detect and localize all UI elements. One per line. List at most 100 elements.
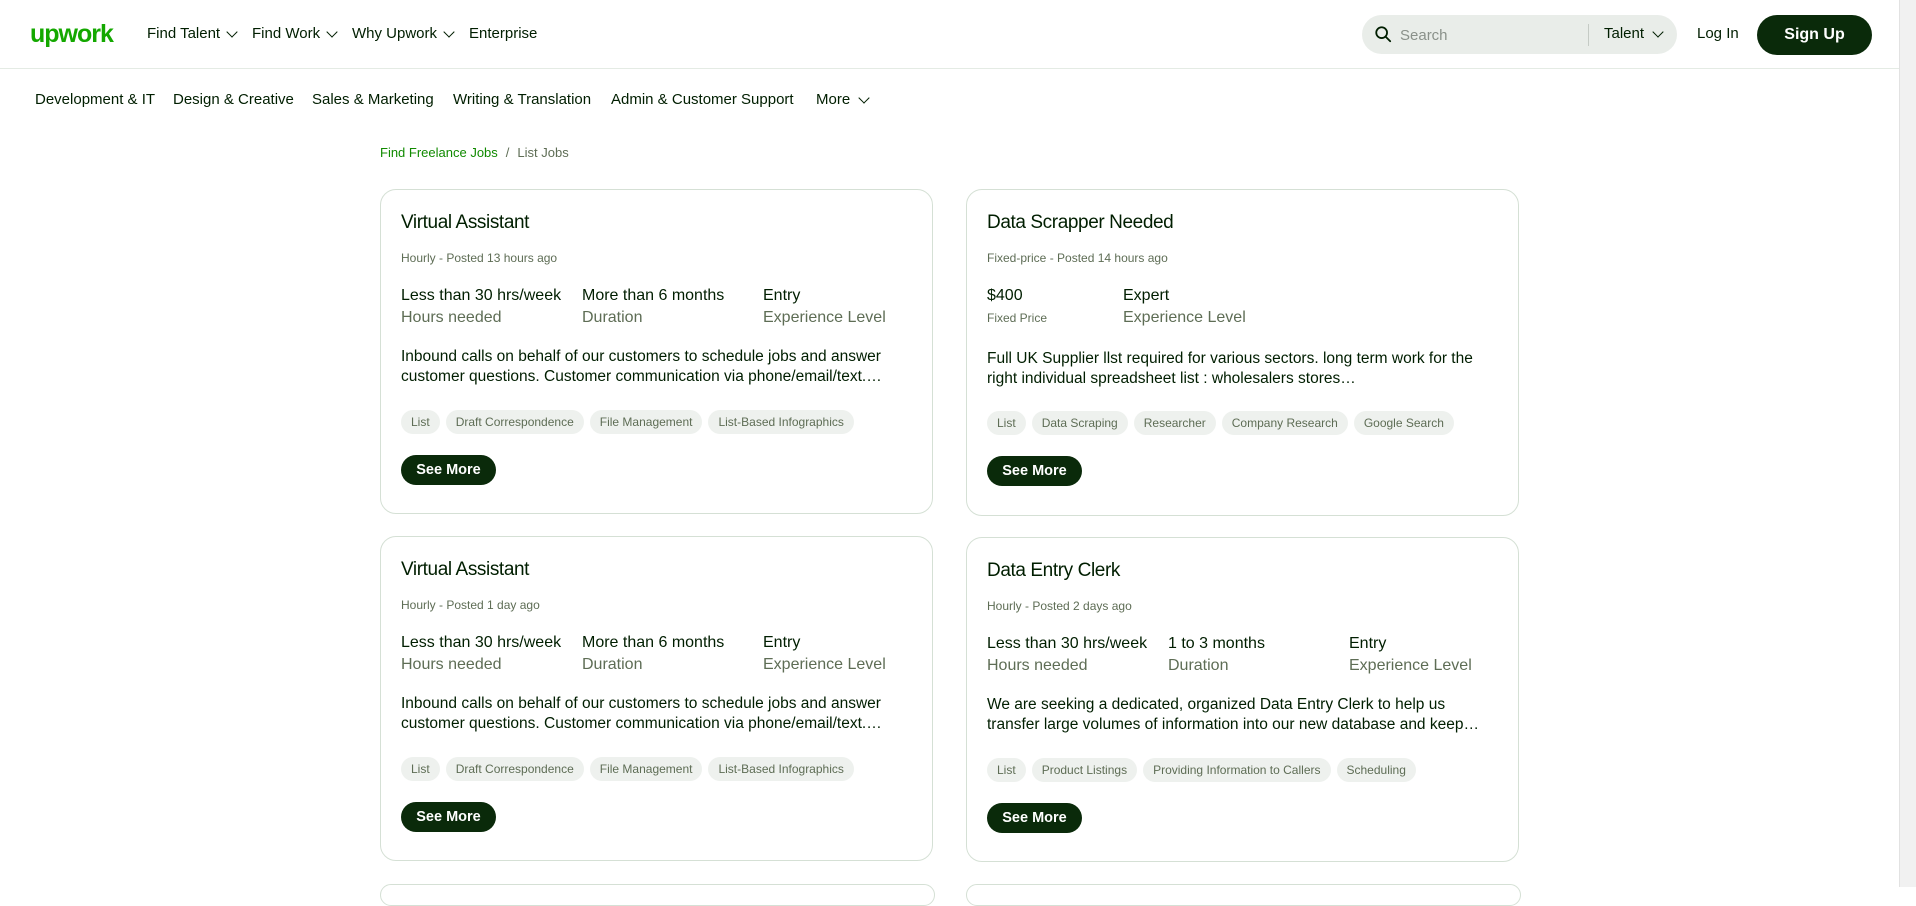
breadcrumb-separator: / [505, 145, 510, 160]
stat-label: Duration [582, 309, 643, 326]
top-navigation-bar: upwork Find Talent Find Work Why Upwork … [0, 0, 1900, 69]
stat-value: Less than 30 hrs/week [401, 634, 562, 651]
job-title[interactable]: Virtual Assistant [401, 212, 529, 234]
see-more-button[interactable]: See More [401, 455, 496, 485]
stat-value: Entry [1349, 635, 1387, 652]
category-more-dropdown[interactable]: More [816, 91, 870, 108]
job-stat-duration: 1 to 3 months Duration [1168, 635, 1265, 675]
breadcrumb-current: List Jobs [517, 145, 569, 160]
login-link[interactable]: Log In [1697, 25, 1739, 42]
job-title[interactable]: Data Entry Clerk [987, 560, 1120, 582]
skill-tag[interactable]: Company Research [1221, 411, 1348, 435]
skill-tag[interactable]: List [401, 410, 440, 434]
search-divider [1588, 24, 1589, 46]
job-stat-duration: More than 6 months Duration [582, 634, 724, 674]
job-title[interactable]: Data Scrapper Needed [987, 212, 1174, 234]
skill-tag[interactable]: Providing Information to Callers [1143, 758, 1331, 782]
job-posted: Posted 13 hours ago [446, 251, 558, 265]
stat-label: Hours needed [987, 657, 1088, 674]
job-meta: Hourly - Posted 2 days ago [987, 599, 1132, 613]
chevron-down-icon [858, 91, 870, 104]
job-tags: List Draft Correspondence File Managemen… [401, 757, 854, 781]
skill-tag[interactable]: List-Based Infographics [708, 410, 854, 434]
job-card: Data Scrapper Needed Fixed-price - Poste… [966, 189, 1519, 516]
stat-label: Experience Level [763, 309, 886, 326]
job-card: Data Entry Clerk Hourly - Posted 2 days … [966, 537, 1519, 862]
skill-tag[interactable]: List [987, 758, 1026, 782]
skill-tag[interactable]: File Management [589, 410, 703, 434]
page-scrollbar[interactable] [1899, 0, 1916, 887]
job-tags: List Data Scraping Researcher Company Re… [987, 411, 1454, 435]
stat-label: Duration [1168, 657, 1229, 674]
job-stat-experience: Entry Experience Level [763, 287, 886, 327]
job-stat-experience: Entry Experience Level [763, 634, 886, 674]
job-stat-price: $400 Fixed Price [987, 287, 1047, 325]
job-title[interactable]: Virtual Assistant [401, 559, 529, 581]
upwork-logo[interactable]: upwork [30, 22, 114, 47]
search-input[interactable] [1398, 23, 1582, 47]
stat-value: More than 6 months [582, 287, 725, 304]
job-tags: List Product Listings Providing Informat… [987, 758, 1416, 782]
breadcrumb-find-freelance-jobs[interactable]: Find Freelance Jobs [380, 145, 498, 160]
nav-enterprise[interactable]: Enterprise [469, 25, 537, 42]
job-type: Fixed-price [987, 251, 1047, 265]
category-sales-marketing[interactable]: Sales & Marketing [312, 91, 434, 108]
job-card: Virtual Assistant Hourly - Posted 13 hou… [380, 189, 933, 514]
see-more-button[interactable]: See More [987, 456, 1082, 486]
job-posted: Posted 14 hours ago [1057, 251, 1168, 265]
skill-tag[interactable]: Google Search [1353, 411, 1454, 435]
job-description: Inbound calls on behalf of our customers… [401, 695, 882, 732]
skill-tag[interactable]: Scheduling [1336, 758, 1416, 782]
skill-tag[interactable]: Data Scraping [1031, 411, 1128, 435]
stat-label: Hours needed [401, 309, 502, 326]
job-type: Hourly [401, 251, 436, 265]
search-icon[interactable] [1374, 25, 1392, 43]
stat-value: 1 to 3 months [1168, 635, 1265, 652]
job-meta: Hourly - Posted 1 day ago [401, 598, 540, 612]
nav-find-work[interactable]: Find Work [252, 25, 338, 42]
job-posted: Posted 2 days ago [1032, 599, 1132, 613]
stat-label: Experience Level [1349, 657, 1472, 674]
see-more-button[interactable]: See More [987, 803, 1082, 833]
job-tags: List Draft Correspondence File Managemen… [401, 410, 854, 434]
job-meta: Fixed-price - Posted 14 hours ago [987, 251, 1168, 265]
skill-tag[interactable]: List [401, 757, 440, 781]
job-description: Inbound calls on behalf of our customers… [401, 348, 882, 385]
see-more-button[interactable]: See More [401, 802, 496, 832]
stat-label: Hours needed [401, 656, 502, 673]
job-card: Virtual Assistant Hourly - Posted 1 day … [380, 536, 933, 861]
skill-tag[interactable]: Product Listings [1031, 758, 1138, 782]
job-type: Hourly [987, 599, 1022, 613]
job-stat-hours: Less than 30 hrs/week Hours needed [401, 634, 561, 674]
category-development-it[interactable]: Development & IT [35, 91, 155, 108]
stat-value: Entry [763, 287, 801, 304]
chevron-down-icon [443, 25, 455, 38]
nav-find-talent-label: Find Talent [147, 25, 221, 42]
job-description: Full UK Supplier llst required for vario… [987, 350, 1473, 387]
category-admin-support[interactable]: Admin & Customer Support [611, 91, 794, 108]
skill-tag[interactable]: List [987, 411, 1026, 435]
chevron-down-icon [326, 25, 338, 38]
category-writing-translation[interactable]: Writing & Translation [453, 91, 591, 108]
skill-tag[interactable]: Draft Correspondence [445, 410, 584, 434]
nav-find-talent[interactable]: Find Talent [147, 25, 238, 42]
stat-label: Fixed Price [987, 311, 1048, 325]
job-card-partial [966, 884, 1521, 906]
skill-tag[interactable]: Researcher [1133, 411, 1216, 435]
search-scope-label: Talent [1604, 25, 1645, 42]
skill-tag[interactable]: Draft Correspondence [445, 757, 584, 781]
job-stat-duration: More than 6 months Duration [582, 287, 724, 327]
job-stat-experience: Entry Experience Level [1349, 635, 1472, 675]
category-design-creative[interactable]: Design & Creative [173, 91, 294, 108]
search-scope-dropdown[interactable]: Talent [1604, 25, 1664, 42]
stat-value: Entry [763, 634, 801, 651]
nav-find-work-label: Find Work [252, 25, 321, 42]
job-stat-experience: Expert Experience Level [1123, 287, 1246, 327]
signup-button[interactable]: Sign Up [1757, 15, 1872, 55]
stat-value: Expert [1123, 287, 1170, 304]
breadcrumb: Find Freelance Jobs / List Jobs [380, 145, 569, 160]
skill-tag[interactable]: File Management [589, 757, 703, 781]
skill-tag[interactable]: List-Based Infographics [708, 757, 854, 781]
search-bar: Talent [1362, 15, 1677, 54]
nav-why-upwork[interactable]: Why Upwork [352, 25, 455, 42]
